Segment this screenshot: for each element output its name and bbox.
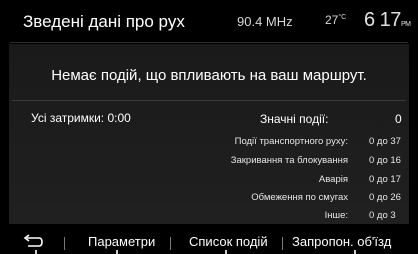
category-label-closures: Закривання та блокування — [230, 155, 348, 166]
category-label-lane-restrictions: Обмеження по смугах — [251, 192, 348, 203]
tick-mark — [354, 250, 356, 254]
tick-mark — [35, 250, 37, 254]
return-arrow-icon[interactable] — [23, 234, 45, 250]
no-events-message: Немає подій, що впливають на ваш маршрут… — [51, 67, 367, 84]
outside-temperature: 27°C — [325, 13, 346, 27]
temperature-value: 27 — [325, 13, 339, 27]
event-list-button[interactable]: Список подій — [189, 234, 268, 249]
clock-suffix: PM — [400, 21, 411, 28]
traffic-summary-screen: Зведені дані про рух 90.4 MHz 27°C 6 17P… — [0, 0, 418, 254]
button-tick-marks — [0, 250, 418, 254]
tick-mark — [225, 250, 227, 254]
bar-separator — [170, 237, 171, 250]
temperature-unit: °C — [338, 14, 347, 21]
category-label-traffic: Події транспортного руху: — [234, 136, 348, 147]
category-value-closures: 0 до 16 — [369, 155, 401, 166]
header-bar: Зведені дані про рух 90.4 MHz 27°C 6 17P… — [0, 0, 418, 42]
header-divider — [10, 42, 408, 43]
bar-separator — [64, 237, 65, 250]
radio-frequency: 90.4 MHz — [237, 14, 293, 29]
suggest-detour-button[interactable]: Запропон. об'їзд — [292, 234, 391, 249]
total-delays: Усі затримки: 0:00 — [31, 111, 131, 125]
section-divider — [12, 100, 406, 101]
category-label-other: Інше: — [324, 210, 348, 221]
category-value-accident: 0 до 17 — [369, 174, 401, 185]
page-title: Зведені дані про рух — [23, 12, 185, 31]
bar-separator — [282, 237, 283, 250]
clock-time: 6 17 — [364, 9, 401, 31]
tick-mark — [116, 250, 118, 254]
category-value-lane-restrictions: 0 до 26 — [369, 192, 401, 203]
settings-button[interactable]: Параметри — [88, 234, 155, 249]
category-label-accident: Аварія — [318, 174, 348, 185]
category-value-traffic: 0 до 37 — [369, 136, 401, 147]
clock: 6 17PM — [364, 9, 411, 32]
significant-events-value: 0 — [395, 112, 402, 126]
category-value-other: 0 до 3 — [369, 210, 396, 221]
significant-events-label: Значні події: — [260, 112, 329, 126]
